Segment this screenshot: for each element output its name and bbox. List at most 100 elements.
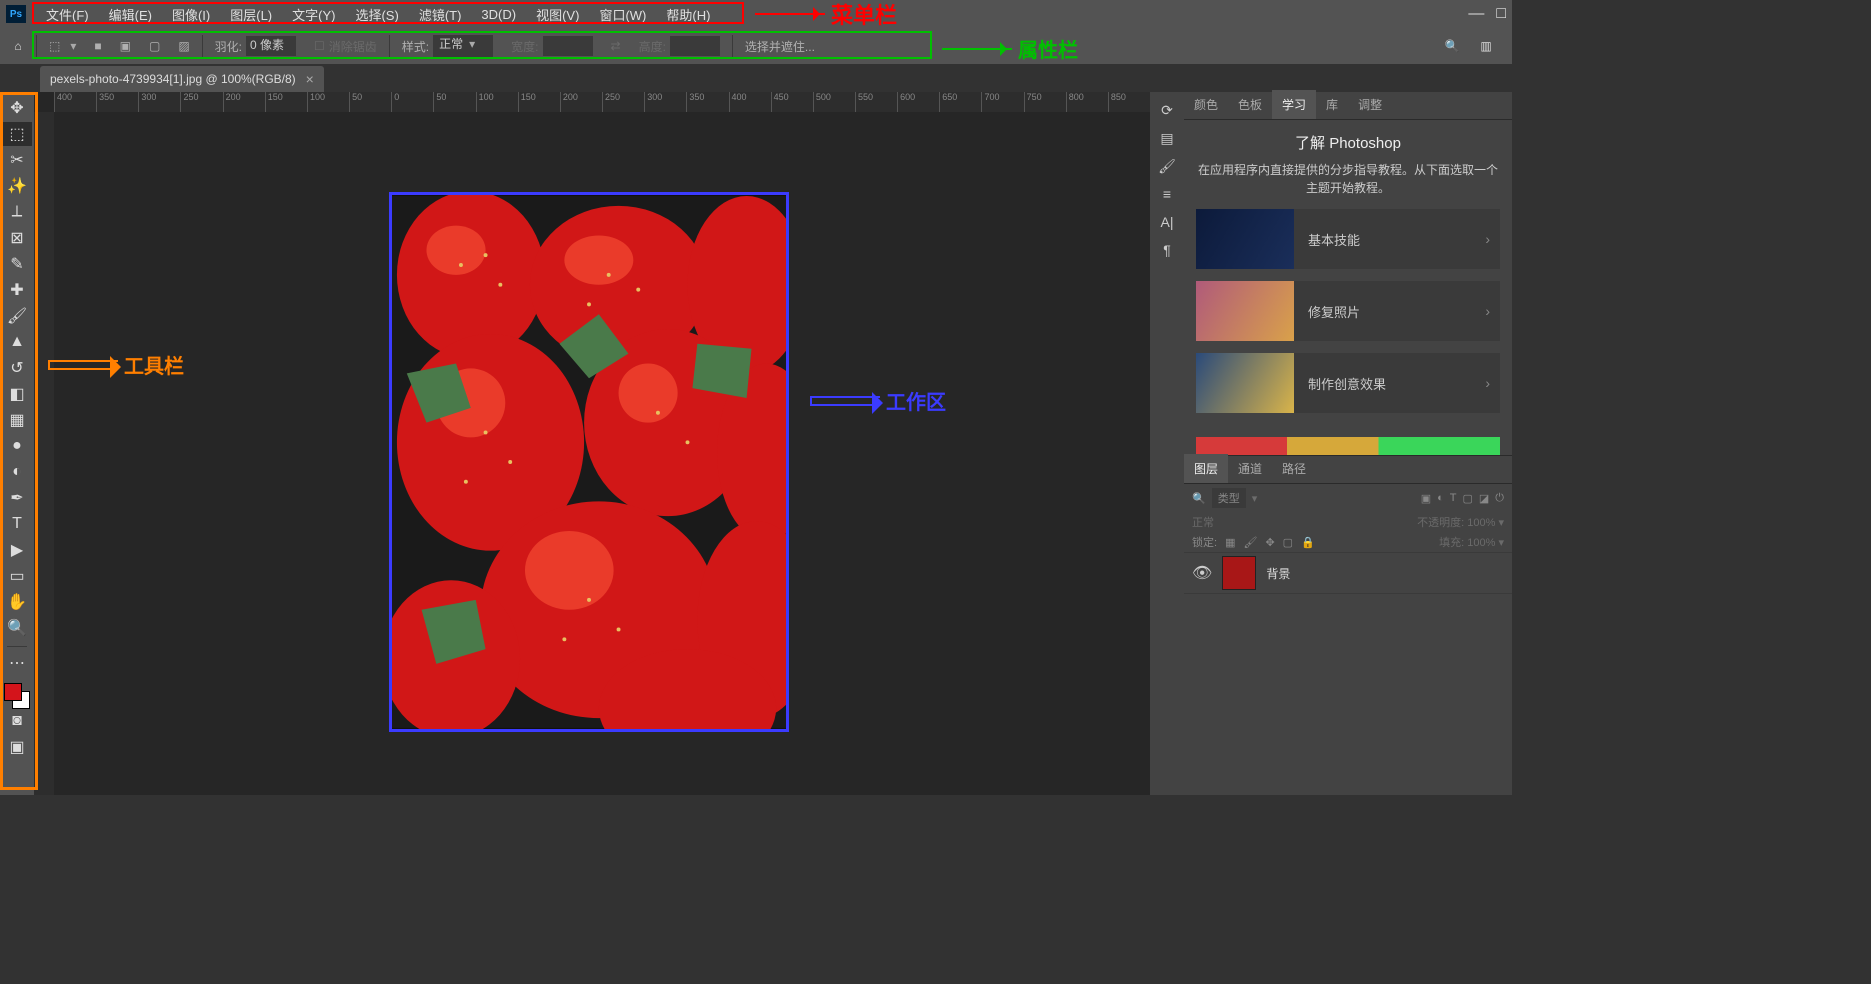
layer-item-background[interactable]: 👁 背景 — [1184, 552, 1512, 594]
home-icon[interactable]: ⌂ — [6, 34, 30, 58]
lock-all-icon[interactable]: 🔒 — [1301, 536, 1315, 549]
ruler-tick: 200 — [223, 92, 265, 112]
properties-icon[interactable]: ▤ — [1153, 126, 1181, 150]
doc-tab[interactable]: pexels-photo-4739934[1].jpg @ 100%(RGB/8… — [40, 66, 324, 92]
color-swatches[interactable] — [4, 683, 30, 709]
search-icon[interactable]: 🔍 — [1440, 34, 1464, 58]
hand-tool[interactable]: ✋ — [2, 590, 32, 614]
ruler-tick: 150 — [265, 92, 307, 112]
workspace-icon[interactable]: ▥ — [1474, 34, 1498, 58]
learn-card-basics[interactable]: 基本技能 › — [1196, 209, 1500, 269]
selection-mode-new[interactable]: ■ — [88, 39, 107, 53]
paragraph-icon[interactable]: ¶ — [1153, 238, 1181, 262]
ruler-tick: 800 — [1066, 92, 1108, 112]
lock-pixels-icon[interactable]: ▦ — [1225, 536, 1235, 549]
gradient-tool[interactable]: ▦ — [2, 408, 32, 432]
minimize-icon[interactable]: — — [1468, 5, 1484, 23]
history-icon[interactable]: ⟳ — [1153, 98, 1181, 122]
menu-3d[interactable]: 3D(D) — [471, 7, 526, 22]
filter-image-icon[interactable]: ▣ — [1421, 492, 1431, 505]
crop-tool[interactable]: ⟂ — [2, 200, 32, 224]
character-icon[interactable]: A| — [1153, 210, 1181, 234]
healing-brush-tool[interactable]: ✚ — [2, 278, 32, 302]
tab-learn[interactable]: 学习 — [1272, 90, 1316, 119]
tab-paths[interactable]: 路径 — [1272, 454, 1316, 483]
ruler-tick: 450 — [771, 92, 813, 112]
selection-mode-intersect[interactable]: ▨ — [172, 39, 195, 53]
tab-channels[interactable]: 通道 — [1228, 454, 1272, 483]
magic-wand-tool[interactable]: ✨ — [2, 174, 32, 198]
selection-mode-add[interactable]: ▣ — [114, 39, 137, 53]
ruler-tick: 650 — [939, 92, 981, 112]
separator — [389, 35, 390, 57]
menu-window[interactable]: 窗口(W) — [589, 5, 656, 24]
clone-stamp-tool[interactable]: ▲ — [2, 330, 32, 354]
close-icon[interactable]: × — [306, 71, 314, 87]
lasso-tool[interactable]: ✂ — [2, 148, 32, 172]
menu-select[interactable]: 选择(S) — [345, 5, 408, 24]
eraser-tool[interactable]: ◧ — [2, 382, 32, 406]
menu-filter[interactable]: 滤镜(T) — [409, 5, 472, 24]
menu-file[interactable]: 文件(F) — [36, 5, 99, 24]
menu-image[interactable]: 图像(I) — [162, 5, 220, 24]
tab-libraries[interactable]: 库 — [1316, 90, 1348, 119]
menu-layer[interactable]: 图层(L) — [220, 5, 282, 24]
antialias-check: ☐ 消除锯齿 — [308, 38, 383, 55]
tab-swatches[interactable]: 色板 — [1228, 90, 1272, 119]
brush-settings-icon[interactable]: 🖌 — [1153, 154, 1181, 178]
filter-smart-icon[interactable]: ◪ — [1479, 492, 1489, 505]
filter-type-icon[interactable]: T — [1450, 492, 1457, 504]
feather-label: 羽化: — [215, 38, 242, 55]
menu-type[interactable]: 文字(Y) — [282, 5, 345, 24]
filter-toggle[interactable]: ⏻ — [1495, 492, 1504, 505]
ruler-tick: 200 — [560, 92, 602, 112]
shape-tool[interactable]: ▭ — [2, 564, 32, 588]
screenmode-tool[interactable]: ▣ — [2, 735, 32, 759]
frame-tool[interactable]: ⊠ — [2, 226, 32, 250]
style-select[interactable]: 正常 — [433, 35, 493, 57]
learn-card-creative[interactable]: 制作创意效果 › — [1196, 353, 1500, 413]
zoom-tool[interactable]: 🔍 — [2, 616, 32, 640]
menu-view[interactable]: 视图(V) — [526, 5, 589, 24]
eyedropper-tool[interactable]: ✎ — [2, 252, 32, 276]
quickmask-tool[interactable]: ◙ — [2, 709, 32, 733]
brush-tool[interactable]: 🖌 — [2, 304, 32, 328]
lock-artboard-icon[interactable]: ▢ — [1283, 536, 1293, 549]
menu-edit[interactable]: 编辑(E) — [99, 5, 162, 24]
ruler-tick: 400 — [729, 92, 771, 112]
selection-mode-subtract[interactable]: ▢ — [143, 39, 166, 53]
blend-mode-select: 正常 — [1192, 514, 1214, 530]
history-brush-tool[interactable]: ↺ — [2, 356, 32, 380]
tab-layers[interactable]: 图层 — [1184, 454, 1228, 483]
maximize-icon[interactable]: □ — [1496, 5, 1506, 23]
marquee-tool[interactable]: ⬚ — [2, 122, 32, 146]
tab-adjustments[interactable]: 调整 — [1348, 90, 1392, 119]
adjustment-icon[interactable]: ≡ — [1153, 182, 1181, 206]
blur-tool[interactable]: ● — [2, 434, 32, 458]
learn-card-fixphoto[interactable]: 修复照片 › — [1196, 281, 1500, 341]
path-select-tool[interactable]: ▶ — [2, 538, 32, 562]
filter-adjust-icon[interactable]: ◐ — [1437, 492, 1444, 504]
width-input — [543, 36, 593, 56]
type-tool[interactable]: T — [2, 512, 32, 536]
lock-paint-icon[interactable]: 🖌 — [1243, 536, 1257, 549]
edit-toolbar[interactable]: ⋯ — [2, 651, 32, 675]
lock-position-icon[interactable]: ✥ — [1265, 536, 1274, 549]
select-and-mask-button[interactable]: 选择并遮住... — [739, 38, 821, 55]
filter-kind-select[interactable]: 类型 — [1212, 488, 1246, 508]
move-tool[interactable]: ✥ — [2, 96, 32, 120]
tab-color[interactable]: 颜色 — [1184, 90, 1228, 119]
right-panel-area: 颜色 色板 学习 库 调整 了解 Photoshop 在应用程序内直接提供的分步… — [1184, 92, 1512, 795]
menu-help[interactable]: 帮助(H) — [656, 5, 720, 24]
visibility-icon[interactable]: 👁 — [1192, 563, 1212, 583]
fg-color[interactable] — [4, 683, 22, 701]
feather-input[interactable]: 0 像素 — [246, 36, 296, 56]
marquee-preset[interactable]: ⬚ — [43, 39, 82, 53]
card-label: 制作创意效果 — [1294, 374, 1475, 393]
dodge-tool[interactable]: ◐ — [2, 460, 32, 484]
window-controls: — □ — [1468, 5, 1506, 23]
pen-tool[interactable]: ✒ — [2, 486, 32, 510]
filter-shape-icon[interactable]: ▢ — [1462, 492, 1472, 505]
learn-title: 了解 Photoshop — [1196, 132, 1500, 153]
canvas-image[interactable] — [389, 192, 789, 732]
